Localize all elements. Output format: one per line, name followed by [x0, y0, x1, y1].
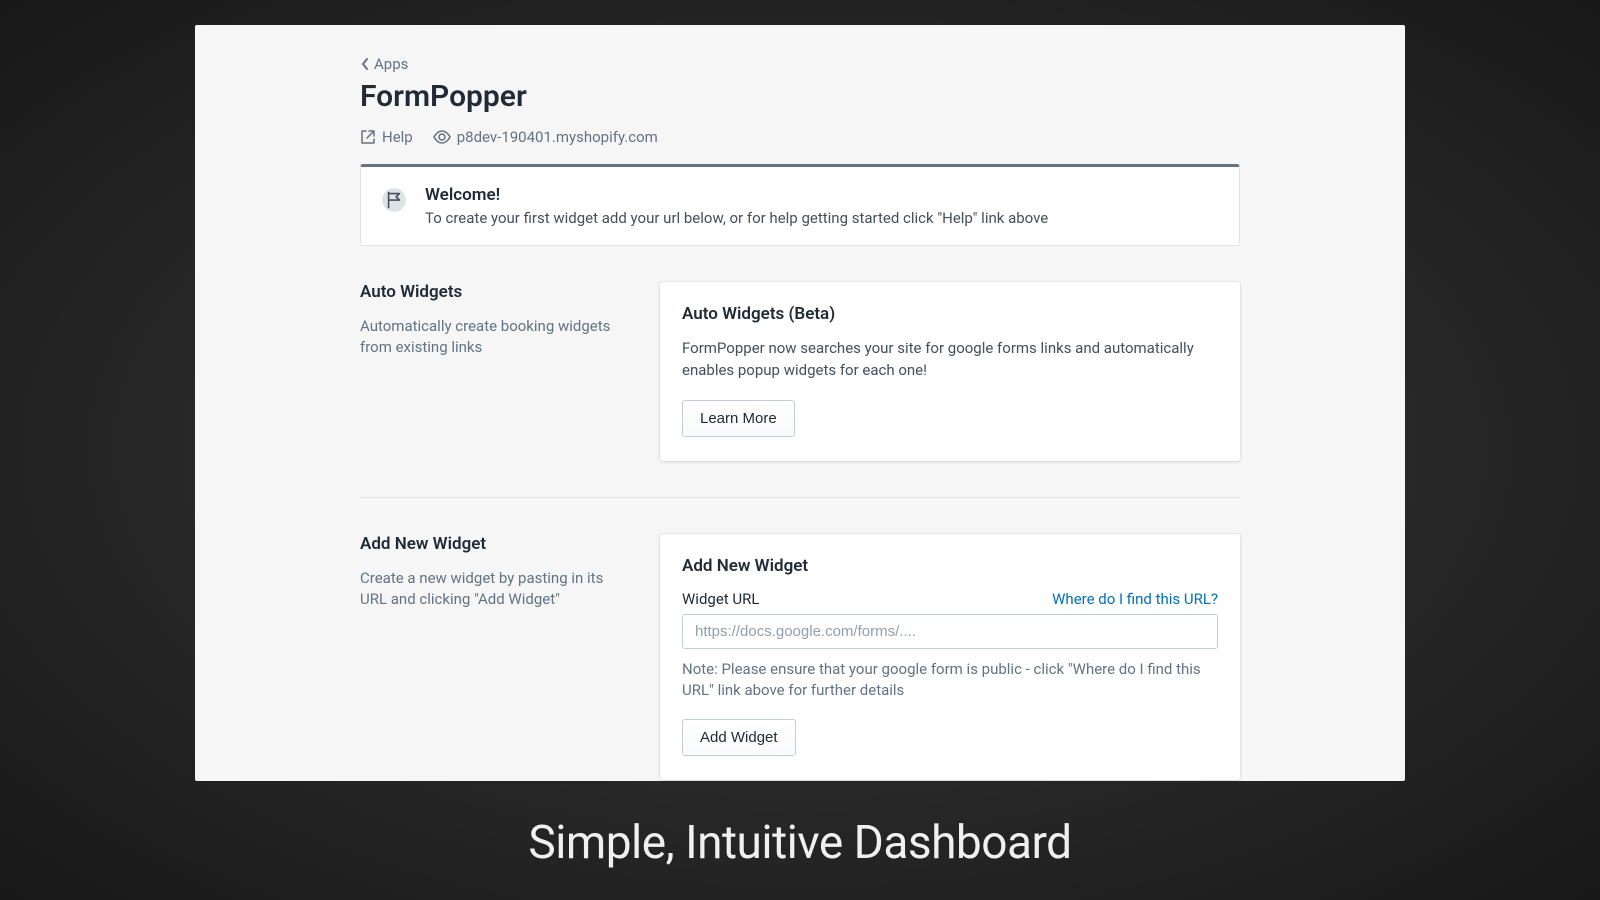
auto-widgets-section: Auto Widgets Automatically create bookin…	[360, 282, 1240, 497]
welcome-banner: Welcome! To create your first widget add…	[360, 164, 1240, 246]
widget-url-input[interactable]	[682, 614, 1218, 649]
add-widget-heading: Add New Widget	[360, 534, 625, 554]
add-widget-card: Add New Widget Widget URL Where do I fin…	[660, 534, 1240, 780]
shop-domain-label: p8dev-190401.myshopify.com	[457, 128, 658, 146]
app-window: Apps FormPopper Help p8dev-190401.myshop…	[195, 25, 1405, 781]
add-widget-button[interactable]: Add Widget	[682, 719, 796, 756]
help-link-label: Help	[382, 128, 413, 146]
add-widget-subtext: Create a new widget by pasting in its UR…	[360, 568, 625, 610]
where-find-url-link[interactable]: Where do I find this URL?	[1052, 590, 1218, 608]
auto-widgets-subtext: Automatically create booking widgets fro…	[360, 316, 625, 358]
add-widget-section: Add New Widget Create a new widget by pa…	[360, 497, 1240, 816]
eye-icon	[433, 130, 451, 144]
help-link[interactable]: Help	[360, 128, 413, 146]
flag-icon	[381, 187, 407, 213]
auto-widgets-card-desc: FormPopper now searches your site for go…	[682, 338, 1218, 382]
add-widget-card-title: Add New Widget	[682, 556, 1218, 576]
auto-widgets-card: Auto Widgets (Beta) FormPopper now searc…	[660, 282, 1240, 461]
external-link-icon	[360, 129, 376, 145]
widget-url-label: Widget URL	[682, 590, 759, 608]
banner-description: To create your first widget add your url…	[425, 209, 1048, 227]
chevron-left-icon	[360, 57, 370, 71]
learn-more-button[interactable]: Learn More	[682, 400, 795, 437]
auto-widgets-heading: Auto Widgets	[360, 282, 625, 302]
auto-widgets-card-title: Auto Widgets (Beta)	[682, 304, 1218, 324]
breadcrumb-label: Apps	[374, 55, 408, 73]
marketing-caption: Simple, Intuitive Dashboard	[0, 816, 1600, 870]
page-title: FormPopper	[360, 79, 1240, 114]
view-shop-link[interactable]: p8dev-190401.myshopify.com	[433, 128, 658, 146]
banner-title: Welcome!	[425, 185, 1048, 205]
breadcrumb-back[interactable]: Apps	[360, 55, 1240, 73]
widget-url-note: Note: Please ensure that your google for…	[682, 659, 1218, 701]
